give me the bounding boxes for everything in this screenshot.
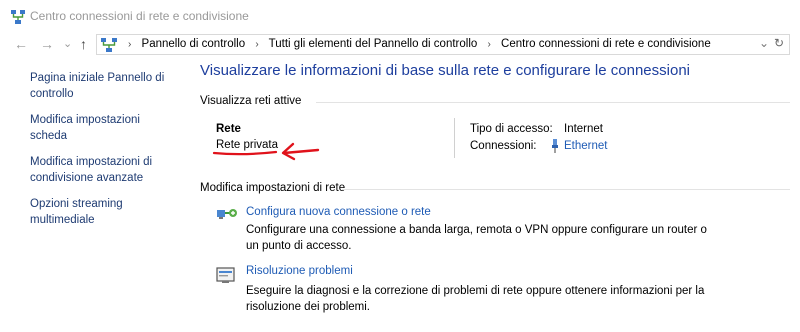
red-annotation-arrow	[212, 142, 320, 161]
